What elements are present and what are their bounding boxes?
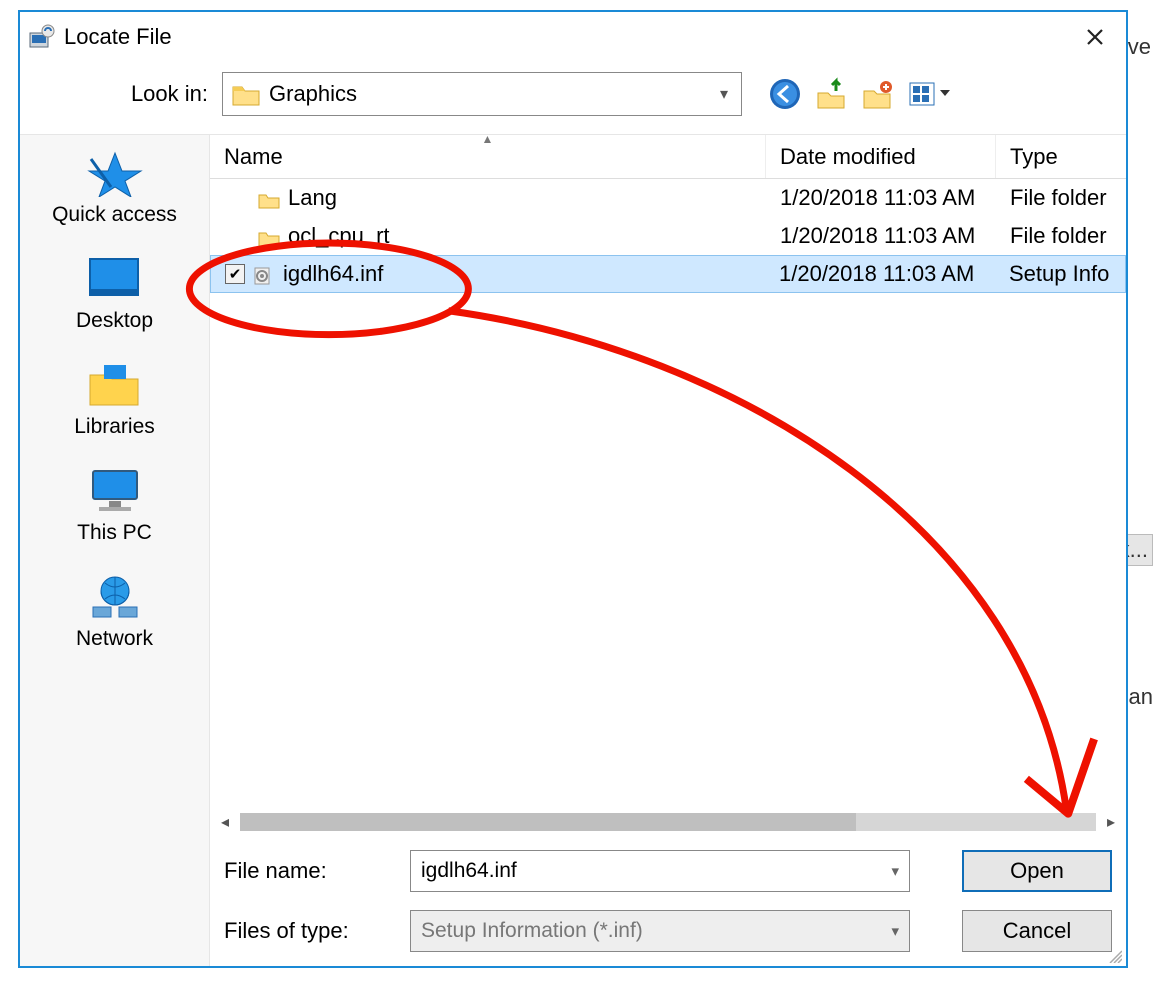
- up-one-level-button[interactable]: [814, 77, 848, 111]
- desktop-icon: [84, 255, 144, 303]
- file-date: 1/20/2018 11:03 AM: [766, 223, 996, 249]
- place-desktop[interactable]: Desktop: [76, 255, 153, 333]
- new-folder-button[interactable]: [860, 77, 894, 111]
- lookin-row: Look in: Graphics ▾: [20, 62, 1126, 134]
- inf-file-icon: [253, 265, 275, 283]
- sort-ascending-icon: ▲: [482, 132, 494, 146]
- file-row[interactable]: ocl_cpu_rt 1/20/2018 11:03 AM File folde…: [210, 217, 1126, 255]
- dialog-body: Quick access Desktop Libraries This PC: [20, 134, 1126, 966]
- column-type-label: Type: [1010, 144, 1058, 170]
- lookin-value: Graphics: [269, 81, 707, 107]
- file-type: Setup Info: [995, 261, 1125, 287]
- file-rows: Lang 1/20/2018 11:03 AM File folder ocl_…: [210, 179, 1126, 810]
- titlebar: Locate File: [20, 12, 1126, 62]
- network-icon: [85, 573, 145, 621]
- scroll-right-icon[interactable]: ▸: [1100, 812, 1122, 832]
- column-type[interactable]: Type: [996, 135, 1126, 178]
- file-type: File folder: [996, 185, 1126, 211]
- column-headers: ▲ Name Date modified Type: [210, 135, 1126, 179]
- place-label: Desktop: [76, 309, 153, 333]
- lookin-label: Look in:: [32, 81, 222, 107]
- computer-icon: [85, 467, 145, 515]
- chevron-down-icon: ▾: [707, 84, 741, 104]
- folder-icon: [258, 227, 280, 245]
- file-type-combo[interactable]: Setup Information (*.inf) ▾: [410, 910, 910, 952]
- cancel-button[interactable]: Cancel: [962, 910, 1112, 952]
- file-list-area: ▲ Name Date modified Type Lang 1/20/2018…: [210, 134, 1126, 966]
- app-icon: [28, 23, 56, 51]
- file-type: File folder: [996, 223, 1126, 249]
- libraries-icon: [84, 361, 144, 409]
- place-label: This PC: [77, 521, 152, 545]
- checkbox-checked-icon[interactable]: ✔: [225, 264, 245, 284]
- column-name-label: Name: [224, 144, 283, 170]
- file-name: Lang: [288, 185, 337, 211]
- file-type-label: Files of type:: [224, 918, 410, 944]
- file-date: 1/20/2018 11:03 AM: [765, 261, 995, 287]
- close-button[interactable]: [1072, 17, 1118, 57]
- place-this-pc[interactable]: This PC: [77, 467, 152, 545]
- file-name-label: File name:: [224, 858, 410, 884]
- back-button[interactable]: [768, 77, 802, 111]
- file-row-selected[interactable]: ✔ igdlh64.inf 1/20/2018 11:03 AM Setup I…: [210, 255, 1126, 293]
- column-date-label: Date modified: [780, 144, 916, 170]
- file-type-value: Setup Information (*.inf): [421, 919, 891, 943]
- scroll-left-icon[interactable]: ◂: [214, 812, 236, 832]
- view-menu-button[interactable]: [906, 77, 954, 111]
- locate-file-dialog: Locate File Look in: Graphics ▾: [18, 10, 1128, 968]
- place-quick-access[interactable]: Quick access: [52, 149, 177, 227]
- file-name: ocl_cpu_rt: [288, 223, 390, 249]
- chevron-down-icon: ▾: [891, 862, 899, 880]
- resize-grip-icon[interactable]: [1106, 946, 1122, 962]
- lookin-combo[interactable]: Graphics ▾: [222, 72, 742, 116]
- place-network[interactable]: Network: [76, 573, 153, 651]
- dialog-title: Locate File: [64, 24, 172, 50]
- place-label: Network: [76, 627, 153, 651]
- scroll-thumb[interactable]: [240, 813, 856, 831]
- folder-icon: [231, 81, 261, 107]
- column-name[interactable]: ▲ Name: [210, 135, 766, 178]
- star-icon: [85, 149, 145, 197]
- chevron-down-icon: ▾: [891, 922, 899, 940]
- file-row[interactable]: Lang 1/20/2018 11:03 AM File folder: [210, 179, 1126, 217]
- scroll-track[interactable]: [240, 813, 1096, 831]
- folder-icon: [258, 189, 280, 207]
- place-label: Quick access: [52, 203, 177, 227]
- place-label: Libraries: [74, 415, 155, 439]
- column-date[interactable]: Date modified: [766, 135, 996, 178]
- horizontal-scrollbar[interactable]: ◂ ▸: [210, 810, 1126, 834]
- place-libraries[interactable]: Libraries: [74, 361, 155, 439]
- file-name-value: igdlh64.inf: [421, 859, 891, 883]
- bottom-panel: File name: igdlh64.inf ▾ Open Files of t…: [210, 834, 1126, 966]
- file-name-combo[interactable]: igdlh64.inf ▾: [410, 850, 910, 892]
- toolbar-icons: [768, 77, 954, 111]
- open-button[interactable]: Open: [962, 850, 1112, 892]
- file-name: igdlh64.inf: [283, 261, 383, 287]
- places-bar: Quick access Desktop Libraries This PC: [20, 134, 210, 966]
- file-date: 1/20/2018 11:03 AM: [766, 185, 996, 211]
